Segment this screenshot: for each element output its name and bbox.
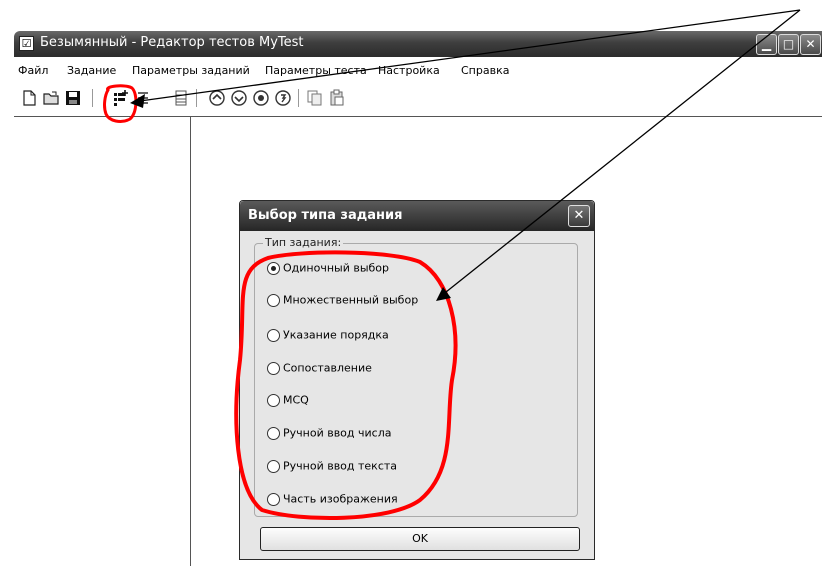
save-icon[interactable] — [64, 89, 82, 107]
radio-button[interactable] — [267, 459, 280, 473]
nav-first-icon[interactable] — [208, 89, 226, 107]
toolbar-separator — [298, 89, 299, 107]
maximize-button[interactable]: □ — [778, 34, 799, 55]
dialog-close-button[interactable]: ✕ — [568, 205, 590, 227]
copy-icon[interactable] — [306, 89, 324, 107]
option-label: Сопоставление — [283, 361, 372, 375]
option-label: Множественный выбор — [283, 293, 419, 307]
task-list-icon[interactable] — [135, 89, 153, 107]
task-grid-icon[interactable] — [172, 89, 190, 107]
menu-file[interactable]: Файл — [18, 64, 48, 77]
option-matching[interactable]: Сопоставление — [267, 361, 372, 377]
open-folder-icon[interactable] — [42, 89, 60, 107]
task-type-dialog: Выбор типа задания ✕ Тип задания: Одиноч… — [239, 200, 595, 560]
minimize-button[interactable]: ▁ — [756, 34, 777, 55]
dialog-title: Выбор типа задания — [248, 208, 403, 223]
nav-prev-icon[interactable] — [230, 89, 248, 107]
option-multiple-choice[interactable]: Множественный выбор — [267, 293, 418, 309]
dialog-titlebar[interactable]: Выбор типа задания ✕ — [240, 201, 594, 231]
option-image-area[interactable]: Часть изображения — [267, 492, 398, 508]
toolbar-separator — [92, 89, 93, 107]
option-ordering[interactable]: Указание порядка — [267, 328, 389, 344]
radio-button[interactable] — [267, 393, 280, 407]
menu-settings[interactable]: Настройка — [378, 64, 440, 77]
option-label: Ручной ввод текста — [283, 459, 398, 473]
menu-bar: Файл Задание Параметры заданий Параметры… — [14, 61, 822, 81]
option-label: Одиночный выбор — [283, 261, 390, 275]
task-list-pane[interactable] — [14, 116, 191, 566]
option-label: Ручной ввод числа — [283, 426, 392, 440]
menu-task-params[interactable]: Параметры заданий — [132, 64, 250, 77]
radio-button[interactable] — [267, 293, 280, 307]
radio-button[interactable] — [267, 261, 280, 275]
app-icon: ☑ — [19, 36, 34, 51]
paste-icon[interactable] — [328, 89, 346, 107]
task-type-group: Тип задания: Одиночный выбор Множественн… — [254, 236, 578, 517]
radio-button[interactable] — [267, 328, 280, 342]
menu-help[interactable]: Справка — [461, 64, 509, 77]
option-number-input[interactable]: Ручной ввод числа — [267, 426, 391, 442]
menu-test-params[interactable]: Параметры теста — [265, 64, 367, 77]
new-file-icon[interactable] — [20, 89, 38, 107]
add-task-icon[interactable] — [112, 89, 130, 107]
ok-button[interactable]: OK — [260, 527, 580, 551]
option-label: Указание порядка — [283, 328, 389, 342]
option-text-input[interactable]: Ручной ввод текста — [267, 459, 397, 475]
nav-last-icon[interactable] — [274, 89, 292, 107]
window-titlebar[interactable]: ☑ Безымянный - Редактор тестов MyTest ▁ … — [14, 31, 822, 57]
radio-button[interactable] — [267, 492, 280, 506]
radio-button[interactable] — [267, 426, 280, 440]
toolbar — [14, 84, 822, 112]
option-single-choice[interactable]: Одиночный выбор — [267, 261, 389, 277]
option-mcq[interactable]: MCQ — [267, 393, 309, 409]
option-label: MCQ — [283, 393, 309, 407]
toolbar-separator — [196, 89, 197, 107]
group-label: Тип задания: — [263, 236, 344, 249]
close-window-button[interactable]: ✕ — [800, 34, 821, 55]
nav-next-icon[interactable] — [252, 89, 270, 107]
menu-task[interactable]: Задание — [67, 64, 116, 77]
window-title: Безымянный - Редактор тестов MyTest — [40, 35, 304, 50]
radio-button[interactable] — [267, 361, 280, 375]
option-label: Часть изображения — [283, 492, 398, 506]
